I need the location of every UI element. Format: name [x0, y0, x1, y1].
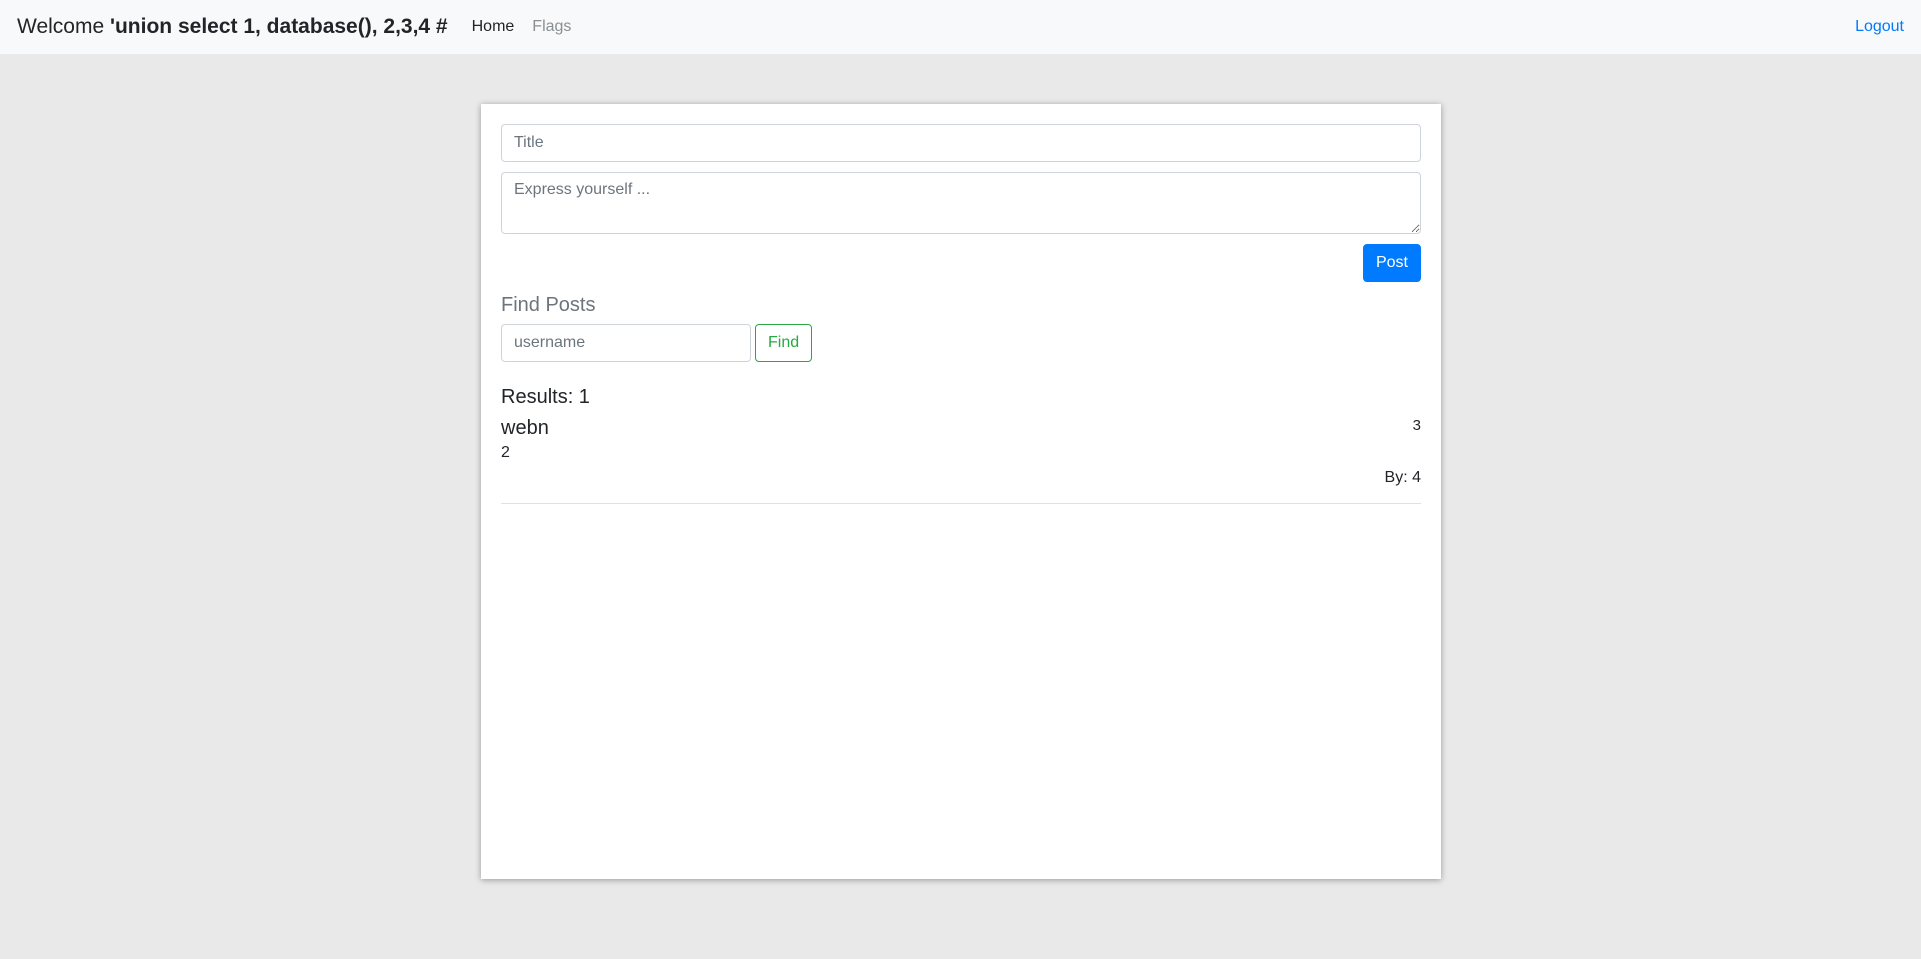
find-posts-form: Find [501, 324, 1421, 362]
logout-link[interactable]: Logout [1855, 18, 1904, 36]
results-heading: Results: 1 [501, 386, 590, 408]
username-search-input[interactable] [501, 324, 751, 362]
post-item: webn 3 2 By: 4 [501, 417, 1421, 504]
welcome-username: 'union select 1, database(), 2,3,4 # [109, 15, 448, 38]
find-button[interactable]: Find [755, 324, 813, 362]
find-posts-heading: Find Posts [501, 294, 596, 316]
post-body: 2 [501, 444, 510, 461]
post-button[interactable]: Post [1362, 244, 1421, 282]
post-date: 3 [1412, 417, 1421, 434]
post-author: By: 4 [1384, 469, 1421, 486]
post-button-row: Post [501, 244, 1421, 282]
nav-home-link[interactable]: Home [472, 18, 515, 36]
main-card: Post Find Posts Find Results: 1 webn 3 2… [481, 104, 1441, 879]
post-title: webn [501, 417, 549, 439]
post-title-input[interactable] [501, 124, 1421, 162]
top-navbar: Welcome 'union select 1, database(), 2,3… [0, 0, 1921, 54]
nav-flags-link[interactable]: Flags [532, 18, 571, 36]
post-body-textarea[interactable] [501, 172, 1421, 234]
welcome-brand: Welcome 'union select 1, database(), 2,3… [17, 15, 448, 39]
welcome-prefix: Welcome [17, 15, 110, 38]
